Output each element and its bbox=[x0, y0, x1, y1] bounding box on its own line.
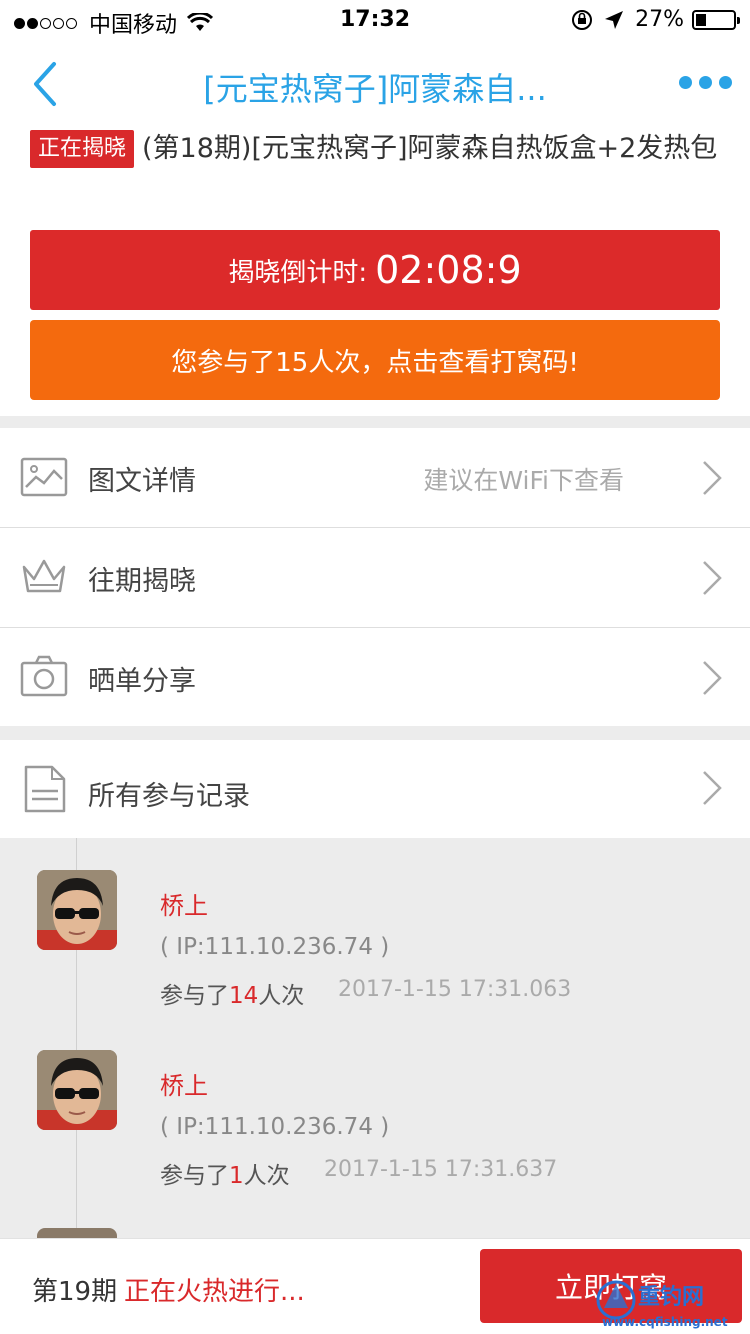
avatar[interactable] bbox=[37, 870, 117, 950]
watermark-url: www.cqfishing.net bbox=[602, 1315, 728, 1329]
menu-label: 往期揭晓 bbox=[88, 566, 196, 597]
user-name[interactable]: 桥上 bbox=[160, 886, 208, 921]
page-title: [元宝热窝子]阿蒙森自... bbox=[203, 70, 547, 108]
menu-item-share[interactable]: 晒单分享 bbox=[0, 628, 750, 728]
join-count: 参与了1人次 bbox=[160, 1156, 290, 1190]
menu-item-details[interactable]: 图文详情 建议在WiFi下查看 bbox=[0, 428, 750, 528]
status-right: 27% bbox=[571, 7, 740, 32]
document-icon bbox=[24, 765, 66, 813]
avatar[interactable] bbox=[37, 1228, 117, 1238]
battery-percent: 27% bbox=[635, 7, 684, 32]
menu-label: 晒单分享 bbox=[88, 666, 196, 697]
watermark-logo: 重钓网 www.cqfishing.net bbox=[596, 1280, 728, 1329]
user-name[interactable]: 桥上 bbox=[160, 1066, 208, 1101]
camera-icon bbox=[20, 655, 68, 697]
join-suffix: 人次 bbox=[243, 1163, 290, 1189]
join-time: 2017-1-15 17:31.637 bbox=[324, 1157, 558, 1182]
rotation-lock-icon bbox=[572, 9, 593, 30]
crown-icon bbox=[22, 559, 66, 593]
battery-icon bbox=[692, 9, 740, 30]
countdown-banner: 揭晓倒计时: 02:08:9 bbox=[30, 230, 720, 310]
records-list: 桥上 ( IP:111.10.236.74 ) 参与了14人次 2017-1-1… bbox=[0, 838, 750, 1238]
list-item: 桥上 ( IP:111.10.236.74 ) 参与了14人次 2017-1-1… bbox=[0, 838, 750, 1009]
list-item: 桥上 ( IP:111.10.236.74 ) 参与了1人次 2017-1-15… bbox=[0, 1018, 750, 1189]
join-time: 2017-1-15 17:31.063 bbox=[338, 977, 572, 1002]
chevron-right-icon bbox=[703, 661, 722, 695]
menu-label: 所有参与记录 bbox=[88, 781, 250, 812]
status-badge: 正在揭晓 bbox=[30, 130, 135, 168]
nav-bar: [元宝热窝子]阿蒙森自... bbox=[0, 40, 750, 128]
menu-item-records[interactable]: 所有参与记录 bbox=[0, 740, 750, 838]
more-icon[interactable] bbox=[672, 76, 732, 89]
join-number: 14 bbox=[229, 983, 259, 1009]
view-codes-button[interactable]: 您参与了15人次，点击查看打窝码! bbox=[30, 320, 720, 400]
user-ip: ( IP:111.10.236.74 ) bbox=[160, 934, 390, 960]
menu-item-history[interactable]: 往期揭晓 bbox=[0, 528, 750, 628]
avatar[interactable] bbox=[37, 1050, 117, 1130]
section-gap bbox=[0, 726, 750, 740]
next-period: 第19期 bbox=[32, 1277, 118, 1307]
join-prefix: 参与了 bbox=[160, 983, 229, 1009]
join-number: 1 bbox=[229, 1163, 244, 1189]
status-bar: 中国移动 17:32 27% bbox=[0, 0, 750, 40]
chevron-right-icon bbox=[703, 461, 722, 495]
countdown-value: 02:08:9 bbox=[375, 248, 522, 292]
chevron-right-icon bbox=[703, 771, 722, 805]
location-icon bbox=[605, 10, 624, 29]
user-ip: ( IP:111.10.236.74 ) bbox=[160, 1114, 390, 1140]
menu-label: 图文详情 bbox=[88, 466, 196, 497]
menu-hint: 建议在WiFi下查看 bbox=[423, 466, 624, 495]
product-title: (第18期)[元宝热窝子]阿蒙森自热饭盒+2发热包 bbox=[142, 133, 718, 164]
countdown-label: 揭晓倒计时: bbox=[228, 257, 368, 288]
bottom-bar: 第19期 正在火热进行... 立即打窝 重钓网 www.cqfishing.ne… bbox=[0, 1238, 750, 1334]
join-count: 参与了14人次 bbox=[160, 976, 304, 1010]
back-chevron-icon[interactable] bbox=[26, 60, 66, 108]
chevron-right-icon bbox=[703, 561, 722, 595]
picture-icon bbox=[20, 457, 68, 497]
join-suffix: 人次 bbox=[258, 983, 305, 1009]
section-gap bbox=[0, 416, 750, 428]
product-heading: 正在揭晓 (第18期)[元宝热窝子]阿蒙森自热饭盒+2发热包 bbox=[30, 128, 720, 170]
join-prefix: 参与了 bbox=[160, 1163, 229, 1189]
next-period-status: 正在火热进行... bbox=[124, 1277, 305, 1307]
watermark-name: 重钓网 bbox=[638, 1284, 704, 1310]
